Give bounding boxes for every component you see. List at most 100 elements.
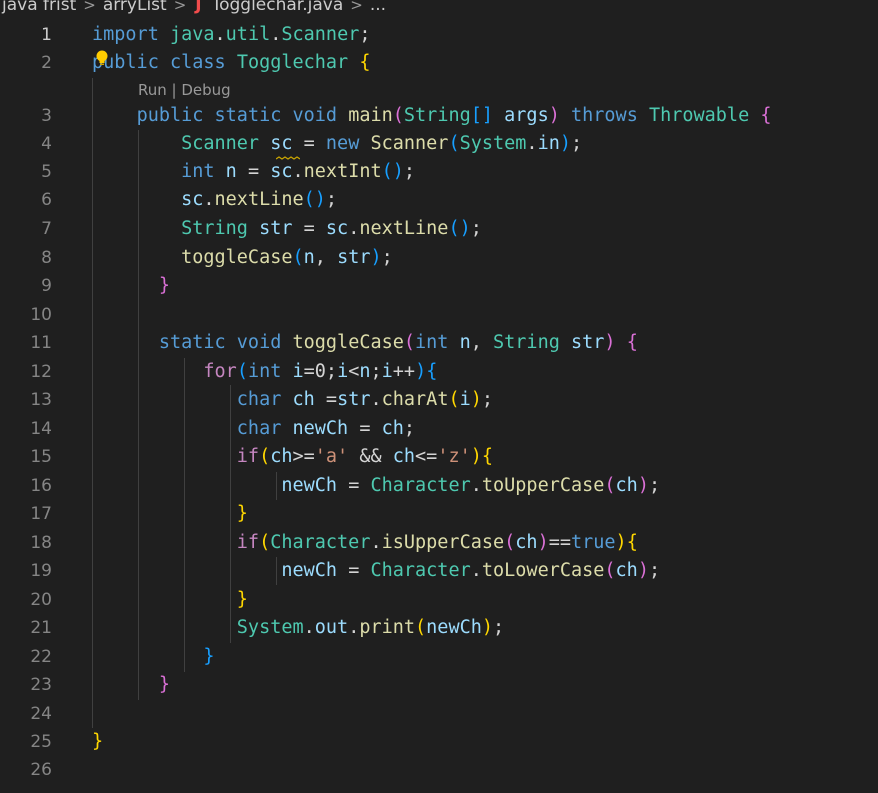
code-line[interactable]: 10 bbox=[0, 301, 878, 329]
code-line[interactable]: 11 static void toggleCase(int n, String … bbox=[0, 329, 878, 357]
code-text: } bbox=[92, 643, 214, 671]
code-line[interactable]: 22 } bbox=[0, 643, 878, 671]
line-number: 23 bbox=[30, 675, 52, 695]
lightbulb-icon[interactable] bbox=[95, 50, 109, 66]
code-token: i bbox=[459, 389, 471, 410]
code-line[interactable]: 21 System.out.print(newCh); bbox=[0, 614, 878, 642]
code-token: () bbox=[303, 189, 326, 210]
code-line[interactable]: 25} bbox=[0, 728, 878, 756]
code-token: } bbox=[236, 503, 248, 524]
code-token: void bbox=[292, 105, 338, 126]
code-token: , bbox=[470, 332, 494, 353]
code-token: = bbox=[314, 389, 338, 410]
code-token: . bbox=[470, 560, 482, 581]
breadcrumb-item-file[interactable]: Togglechar.java bbox=[210, 0, 346, 15]
code-line[interactable]: 15 if(ch>='a' && ch<='z'){ bbox=[0, 443, 878, 471]
code-token: str bbox=[337, 247, 371, 268]
code-token: () bbox=[448, 218, 471, 239]
breadcrumb-item-folder[interactable]: java frist bbox=[0, 0, 78, 15]
code-token: { bbox=[359, 52, 371, 73]
code-token: Character bbox=[370, 475, 471, 496]
line-number: 25 bbox=[30, 732, 52, 752]
code-text: import java.util.Scanner; bbox=[92, 21, 370, 49]
code-token: print bbox=[359, 617, 416, 638]
code-token: . bbox=[370, 389, 382, 410]
code-token: . bbox=[470, 475, 482, 496]
code-token: { bbox=[760, 105, 772, 126]
code-line[interactable]: 17 } bbox=[0, 500, 878, 528]
code-token: ( bbox=[392, 105, 404, 126]
debug-codelens-link[interactable]: Debug bbox=[181, 81, 230, 99]
code-line[interactable]: 16 newCh = Character.toUpperCase(ch); bbox=[0, 472, 878, 500]
code-token: = bbox=[337, 560, 371, 581]
code-token: Scanner bbox=[181, 133, 260, 154]
code-line[interactable]: 2 public class Togglechar { bbox=[0, 49, 878, 77]
code-text: newCh = Character.toLowerCase(ch); bbox=[92, 557, 660, 585]
code-line[interactable]: 20 } bbox=[0, 586, 878, 614]
code-token: import bbox=[92, 24, 159, 45]
code-line[interactable]: 23 } bbox=[0, 671, 878, 699]
code-token: ; bbox=[648, 560, 661, 581]
code-editor[interactable]: java frist > arryList > J Togglechar.jav… bbox=[0, 0, 878, 793]
code-line[interactable]: 24 bbox=[0, 700, 878, 728]
code-token: <= bbox=[415, 446, 438, 467]
code-line[interactable]: 13 char ch =str.charAt(i); bbox=[0, 386, 878, 414]
code-token: char bbox=[236, 418, 282, 439]
code-token: out bbox=[314, 617, 349, 638]
code-token: newCh bbox=[292, 418, 349, 439]
code-token: Character bbox=[370, 560, 471, 581]
code-token: ; bbox=[359, 24, 371, 45]
code-token: i bbox=[337, 361, 349, 382]
code-line[interactable]: 14 char newCh = ch; bbox=[0, 415, 878, 443]
code-token: nextLine bbox=[214, 189, 304, 210]
code-token: new bbox=[325, 133, 360, 154]
run-codelens-link[interactable]: Run bbox=[138, 81, 167, 99]
code-token: ; bbox=[493, 617, 505, 638]
code-token: toggleCase bbox=[181, 247, 293, 268]
code-line[interactable]: 6 sc.nextLine(); bbox=[0, 186, 878, 214]
code-token: ) bbox=[481, 617, 494, 638]
code-token: sc bbox=[181, 189, 204, 210]
code-line[interactable]: 19 newCh = Character.toLowerCase(ch); bbox=[0, 557, 878, 585]
code-line[interactable]: 3 public static void main(String[] args)… bbox=[0, 102, 878, 130]
code-token: System bbox=[236, 617, 304, 638]
code-line[interactable]: 12 for(int i=0;i<n;i++){ bbox=[0, 358, 878, 386]
code-token: String bbox=[181, 218, 248, 239]
code-token: ch bbox=[515, 532, 538, 553]
breadcrumb-item-symbol[interactable]: ... bbox=[368, 0, 388, 15]
code-line[interactable]: 18 if(Character.isUpperCase(ch)==true){ bbox=[0, 529, 878, 557]
code-line[interactable]: 1 import java.util.Scanner; bbox=[0, 21, 878, 49]
warning-squiggle[interactable] bbox=[276, 156, 300, 160]
code-text: toggleCase(n, str); bbox=[92, 244, 393, 272]
code-token: } bbox=[236, 589, 248, 610]
code-token: ( bbox=[259, 532, 271, 553]
line-number: 5 bbox=[41, 162, 52, 182]
code-line[interactable]: 8 toggleCase(n, str); bbox=[0, 244, 878, 272]
code-token: ch bbox=[392, 446, 416, 467]
code-line[interactable]: 5 int n = sc.nextInt(); bbox=[0, 158, 878, 186]
code-text: sc.nextLine(); bbox=[92, 186, 337, 214]
code-token: = bbox=[292, 218, 326, 239]
breadcrumb-item-subfolder[interactable]: arryList bbox=[101, 0, 169, 15]
code-line[interactable]: 9 } bbox=[0, 272, 878, 300]
code-token: ) bbox=[470, 446, 482, 467]
code-line[interactable]: 4 Scanner sc = new Scanner(System.in); bbox=[0, 130, 878, 158]
code-token: n bbox=[359, 361, 371, 382]
code-text: public static void main(String[] args) t… bbox=[92, 102, 772, 130]
code-token: throws bbox=[571, 105, 638, 126]
code-line[interactable]: 26 bbox=[0, 756, 878, 784]
code-line[interactable]: 7 String str = sc.nextLine(); bbox=[0, 215, 878, 243]
